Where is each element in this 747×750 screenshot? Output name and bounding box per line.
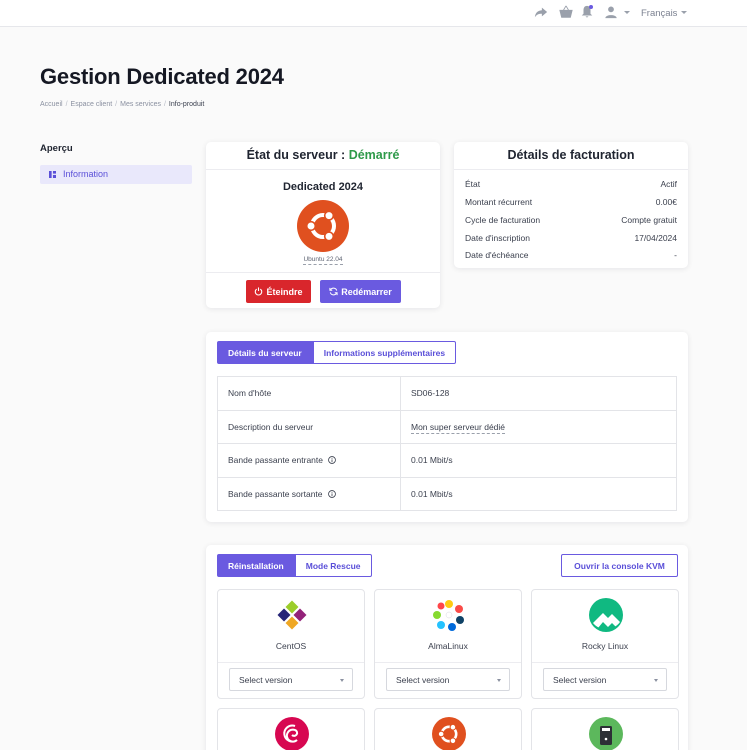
server-status-header: État du serveur : Démarré [206,142,440,170]
os-option-debian[interactable] [217,708,365,750]
version-select[interactable]: Select version [229,668,353,691]
table-row: Bande passante sortante 0.01 Mbit/s [217,476,677,511]
version-select[interactable]: Select version [386,668,510,691]
share-icon[interactable] [534,5,548,19]
server-details-table: Nom d'hôte SD06-128 Description du serve… [217,376,677,511]
reinstallation-card: Réinstallation Mode Rescue Ouvrir la con… [206,545,688,750]
os-option-rocky-linux[interactable]: Rocky Linux Select version [531,589,679,699]
os-name: Rocky Linux [581,641,629,651]
install-tabs: Réinstallation Mode Rescue [217,554,372,577]
billing-row: État Actif [465,179,677,189]
info-icon[interactable] [327,489,336,498]
breadcrumb-link[interactable]: Accueil [40,101,63,108]
editable-description[interactable]: Mon super serveur dédié [411,421,506,434]
almalinux-logo-icon [433,600,464,631]
ubuntu-logo-icon [432,717,466,750]
open-kvm-console-button[interactable]: Ouvrir la console KVM [561,554,678,577]
server-status-value: Démarré [348,148,400,162]
os-option-centos[interactable]: CentOS Select version [217,589,365,699]
billing-title: Détails de facturation [454,142,688,170]
sidebar-item-label: Information [63,169,109,179]
page-title: Gestion Dedicated 2024 [40,64,284,89]
os-name: AlmaLinux [428,641,468,651]
os-option-ubuntu[interactable] [374,708,522,750]
user-icon[interactable] [604,5,618,19]
info-icon[interactable] [328,456,336,465]
breadcrumb-link[interactable]: Mes services [120,101,161,108]
server-status-label: État du serveur : [246,148,346,162]
info-grid-icon [49,171,56,178]
chevron-down-icon [340,679,344,682]
chevron-down-icon[interactable] [624,11,630,14]
centos-logo-icon [275,598,309,632]
restart-button[interactable]: Redémarrer [320,280,401,303]
power-off-button[interactable]: Éteindre [246,280,311,303]
tab-reinstallation[interactable]: Réinstallation [217,554,295,577]
refresh-icon [329,287,338,296]
table-row: Bande passante entrante 0.01 Mbit/s [217,443,677,478]
version-select[interactable]: Select version [543,668,667,691]
os-name: CentOS [275,641,307,651]
breadcrumb: Accueil / Espace client / Mes services / Info-… [40,101,205,108]
breadcrumb-current: Info-produit [168,101,205,108]
tab-additional-info[interactable]: Informations supplémentaires [312,341,457,364]
os-option-almalinux[interactable]: AlmaLinux Select version [374,589,522,699]
power-icon [255,287,263,296]
language-selector[interactable]: Français [641,8,677,19]
rocky-linux-logo-icon [589,598,623,632]
billing-row: Montant récurrent 0.00€ [465,197,677,207]
basket-icon[interactable] [559,5,573,19]
os-version-label: Ubuntu 22.04 [303,256,343,265]
server-details-card: Détails du serveur Informations suppléme… [206,332,688,522]
chevron-down-icon[interactable] [681,11,687,14]
table-row: Nom d'hôte SD06-128 [217,376,677,411]
server-status-card: État du serveur : Démarré Dedicated 2024… [206,142,440,308]
breadcrumb-link[interactable]: Espace client [71,101,113,108]
billing-row: Date d'inscription 17/04/2024 [465,233,677,243]
product-name: Dedicated 2024 [282,181,364,193]
os-option-rescue-system[interactable] [531,708,679,750]
top-bar: Français [0,0,747,27]
tab-server-details[interactable]: Détails du serveur [217,341,313,364]
billing-row: Date d'échéance - [465,250,677,260]
sidebar-item-information[interactable]: Information [40,165,192,184]
chevron-down-icon [654,679,658,682]
sidebar-title: Aperçu [40,143,73,154]
billing-details-card: Détails de facturation État Actif Montant… [454,142,688,268]
debian-logo-icon [275,717,309,750]
table-row: Description du serveur Mon super serveur… [217,409,677,444]
tab-rescue-mode[interactable]: Mode Rescue [294,554,372,577]
notification-dot [589,5,593,9]
billing-row: Cycle de facturation Compte gratuit [465,215,677,225]
ubuntu-logo-icon [297,200,349,252]
details-tabs: Détails du serveur Informations suppléme… [217,341,457,364]
server-disk-logo-icon [589,717,623,750]
chevron-down-icon [497,679,501,682]
